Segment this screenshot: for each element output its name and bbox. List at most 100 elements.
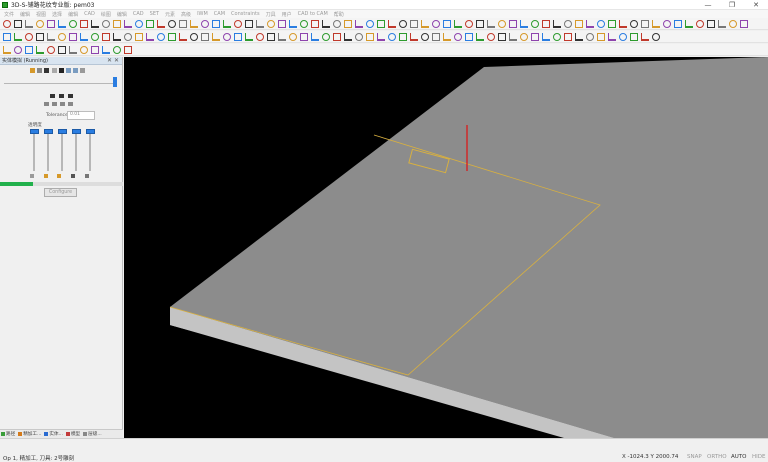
toolbar-tool-icon[interactable] [575, 20, 583, 28]
toolbar-tool-icon[interactable] [718, 20, 726, 28]
step-back-icon[interactable] [50, 94, 55, 98]
menu-item[interactable]: 用户 [282, 11, 292, 18]
toolbar-tool-icon[interactable] [289, 33, 297, 41]
toolbar-tool-icon[interactable] [575, 33, 583, 41]
toolbar-tool-icon[interactable] [157, 20, 165, 28]
toolbar-tool-icon[interactable] [47, 46, 55, 54]
toolbar-tool-icon[interactable] [3, 46, 11, 54]
toolbar-tool-icon[interactable] [25, 33, 33, 41]
toolbar-tool-icon[interactable] [113, 33, 121, 41]
toolbar-tool-icon[interactable] [25, 20, 33, 28]
toolbar-tool-icon[interactable] [14, 46, 22, 54]
panel-close-icon[interactable]: ✕ ✕ [107, 57, 119, 64]
toolbar-tool-icon[interactable] [102, 20, 110, 28]
toolbar-tool-icon[interactable] [80, 33, 88, 41]
toolbar-tool-icon[interactable] [553, 33, 561, 41]
configure-button[interactable]: Configure [44, 188, 77, 197]
toolbar-tool-icon[interactable] [80, 20, 88, 28]
toolbar-tool-icon[interactable] [619, 33, 627, 41]
toolbar-tool-icon[interactable] [311, 33, 319, 41]
toolbar-tool-icon[interactable] [674, 20, 682, 28]
menu-item[interactable]: 选择 [52, 11, 62, 18]
menu-item[interactable]: 视图 [36, 11, 46, 18]
toolbar-tool-icon[interactable] [740, 20, 748, 28]
layer-icon[interactable] [71, 174, 75, 178]
menu-item[interactable]: CAD [133, 11, 144, 17]
toolbar-tool-icon[interactable] [619, 20, 627, 28]
toolbar-tool-icon[interactable] [212, 33, 220, 41]
toolbar-tool-icon[interactable] [58, 33, 66, 41]
toolbar-tool-icon[interactable] [586, 20, 594, 28]
toolbar-tool-icon[interactable] [278, 20, 286, 28]
toolbar-tool-icon[interactable] [190, 33, 198, 41]
menu-item[interactable]: IWM [197, 11, 208, 17]
toolbar-tool-icon[interactable] [223, 20, 231, 28]
snap-toggle[interactable]: SNAP [687, 454, 702, 460]
toolbar-tool-icon[interactable] [443, 33, 451, 41]
toolbar-tool-icon[interactable] [685, 20, 693, 28]
toolbar-tool-icon[interactable] [641, 20, 649, 28]
toolbar-tool-icon[interactable] [14, 33, 22, 41]
toolbar-tool-icon[interactable] [729, 20, 737, 28]
toolbar-tool-icon[interactable] [366, 20, 374, 28]
toolbar-tool-icon[interactable] [256, 20, 264, 28]
auto-toggle[interactable]: AUTO [731, 454, 746, 460]
toolbar-tool-icon[interactable] [267, 20, 275, 28]
toolbar-tool-icon[interactable] [476, 33, 484, 41]
toolbar-tool-icon[interactable] [3, 20, 11, 28]
toolbar-tool-icon[interactable] [69, 33, 77, 41]
toolbar-tool-icon[interactable] [421, 33, 429, 41]
toolbar-tool-icon[interactable] [58, 46, 66, 54]
toolbar-tool-icon[interactable] [454, 20, 462, 28]
toolbar-tool-icon[interactable] [410, 20, 418, 28]
toolbar-tool-icon[interactable] [531, 33, 539, 41]
toolbar-tool-icon[interactable] [289, 20, 297, 28]
toolbar-tool-icon[interactable] [179, 33, 187, 41]
layer-icon[interactable] [57, 174, 61, 178]
toolbar-tool-icon[interactable] [542, 20, 550, 28]
toolbar-tool-icon[interactable] [630, 33, 638, 41]
toolbar-tool-icon[interactable] [124, 20, 132, 28]
sim-mode-icon[interactable] [66, 68, 71, 73]
sim-mode-icon[interactable] [73, 68, 78, 73]
toolbar-tool-icon[interactable] [465, 20, 473, 28]
toolbar-tool-icon[interactable] [663, 20, 671, 28]
menu-item[interactable]: 编辑 [20, 11, 30, 18]
toolbar-tool-icon[interactable] [234, 20, 242, 28]
toolbar-tool-icon[interactable] [388, 20, 396, 28]
menu-item[interactable]: 刀具 [266, 11, 276, 18]
menu-item[interactable]: 元素 [165, 11, 175, 18]
sim-mode-icon[interactable] [80, 68, 85, 73]
toolbar-tool-icon[interactable] [58, 20, 66, 28]
toolbar-tool-icon[interactable] [333, 33, 341, 41]
toolbar-tool-icon[interactable] [377, 33, 385, 41]
toolbar-tool-icon[interactable] [487, 20, 495, 28]
sim-mode-icon[interactable] [37, 68, 42, 73]
transparency-slider-track[interactable] [33, 131, 35, 171]
toolbar-tool-icon[interactable] [124, 33, 132, 41]
toolbar-tool-icon[interactable] [377, 20, 385, 28]
toolbar-tool-icon[interactable] [597, 20, 605, 28]
toolbar-tool-icon[interactable] [388, 33, 396, 41]
toolbar-tool-icon[interactable] [267, 33, 275, 41]
toolbar-tool-icon[interactable] [344, 33, 352, 41]
toolbar-tool-icon[interactable] [102, 33, 110, 41]
toolbar-tool-icon[interactable] [432, 33, 440, 41]
menu-item[interactable]: CAD [84, 11, 95, 17]
transparency-slider-track[interactable] [61, 131, 63, 171]
toolbar-tool-icon[interactable] [333, 20, 341, 28]
toolbar-tool-icon[interactable] [399, 33, 407, 41]
toolbar-tool-icon[interactable] [113, 46, 121, 54]
transparency-slider-track[interactable] [89, 131, 91, 171]
toolbar-tool-icon[interactable] [36, 20, 44, 28]
transparency-slider-thumb[interactable] [58, 129, 67, 134]
transparency-slider-thumb[interactable] [30, 129, 39, 134]
layer-icon[interactable] [30, 174, 34, 178]
toolbar-tool-icon[interactable] [256, 33, 264, 41]
toolbar-tool-icon[interactable] [80, 46, 88, 54]
menu-item[interactable]: 帮助 [334, 11, 344, 18]
view-icon[interactable] [60, 102, 65, 106]
menu-item[interactable]: Constraints [231, 11, 260, 17]
close-button[interactable]: ✕ [744, 0, 768, 10]
menu-item[interactable]: 绘图 [101, 11, 111, 18]
